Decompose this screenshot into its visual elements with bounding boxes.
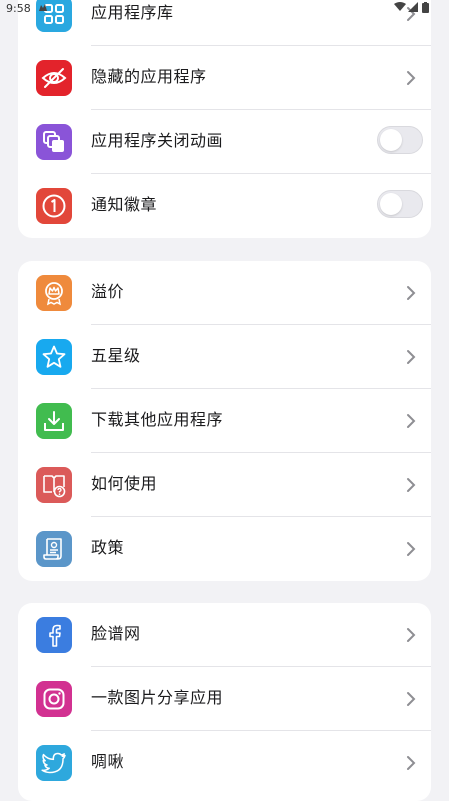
- badge-one-icon: [36, 188, 72, 224]
- chevron-right-icon: [403, 755, 419, 771]
- row-label: 应用程序关闭动画: [91, 131, 224, 150]
- book-help-icon: [36, 467, 72, 503]
- row-download-other-apps[interactable]: 下载其他应用程序: [18, 389, 431, 453]
- chevron-right-icon: [403, 70, 419, 86]
- chevron-right-icon: [403, 691, 419, 707]
- notification-badge-toggle[interactable]: [377, 190, 423, 218]
- row-policy[interactable]: 政策: [18, 517, 431, 581]
- chevron-right-icon: [403, 349, 419, 365]
- row-label: 脸谱网: [91, 624, 141, 643]
- settings-card-apps: 应用程序库 隐藏的应用程序 应用程序关闭动画 通知徽章: [18, 0, 431, 238]
- row-label: 一款图片分享应用: [91, 688, 224, 707]
- chevron-right-icon: [403, 285, 419, 301]
- chevron-right-icon: [403, 627, 419, 643]
- row-label: 下载其他应用程序: [91, 410, 224, 429]
- crown-badge-icon: [36, 275, 72, 311]
- status-bar: 9:58: [0, 0, 449, 18]
- row-label: 隐藏的应用程序: [91, 67, 207, 86]
- twitter-bird-icon: [36, 745, 72, 781]
- instagram-icon: [36, 681, 72, 717]
- close-animation-toggle[interactable]: [377, 126, 423, 154]
- row-label: 通知徽章: [91, 195, 158, 214]
- chevron-right-icon: [403, 477, 419, 493]
- row-twitter[interactable]: 啁啾: [18, 731, 431, 795]
- row-how-to-use[interactable]: 如何使用: [18, 453, 431, 517]
- row-label: 如何使用: [91, 474, 158, 493]
- toggle-knob: [380, 193, 402, 215]
- row-five-star[interactable]: 五星级: [18, 325, 431, 389]
- toggle-knob: [380, 129, 402, 151]
- download-icon: [36, 403, 72, 439]
- facebook-icon: [36, 617, 72, 653]
- row-instagram[interactable]: 一款图片分享应用: [18, 667, 431, 731]
- row-close-animation: 应用程序关闭动画: [18, 110, 431, 174]
- row-hidden-apps[interactable]: 隐藏的应用程序: [18, 46, 431, 110]
- row-notification-badge: 通知徽章: [18, 174, 431, 238]
- row-label: 溢价: [91, 282, 125, 301]
- star-icon: [36, 339, 72, 375]
- wifi-icon: [394, 2, 406, 15]
- row-label: 五星级: [91, 346, 141, 365]
- row-facebook[interactable]: 脸谱网: [18, 603, 431, 667]
- status-time: 9:58: [6, 2, 31, 15]
- row-premium[interactable]: 溢价: [18, 261, 431, 325]
- row-label: 政策: [91, 538, 125, 557]
- stacked-squares-icon: [36, 124, 72, 160]
- policy-scroll-icon: [36, 531, 72, 567]
- row-label: 啁啾: [91, 752, 125, 771]
- chevron-right-icon: [403, 541, 419, 557]
- eye-off-icon: [36, 60, 72, 96]
- notification-icon: [38, 2, 48, 15]
- settings-card-general: 溢价 五星级 下载其他应用程序 如何使用 政策: [18, 261, 431, 581]
- chevron-right-icon: [403, 413, 419, 429]
- signal-icon: [408, 2, 418, 15]
- battery-icon: [422, 2, 429, 16]
- settings-card-social: 脸谱网 一款图片分享应用 啁啾: [18, 603, 431, 801]
